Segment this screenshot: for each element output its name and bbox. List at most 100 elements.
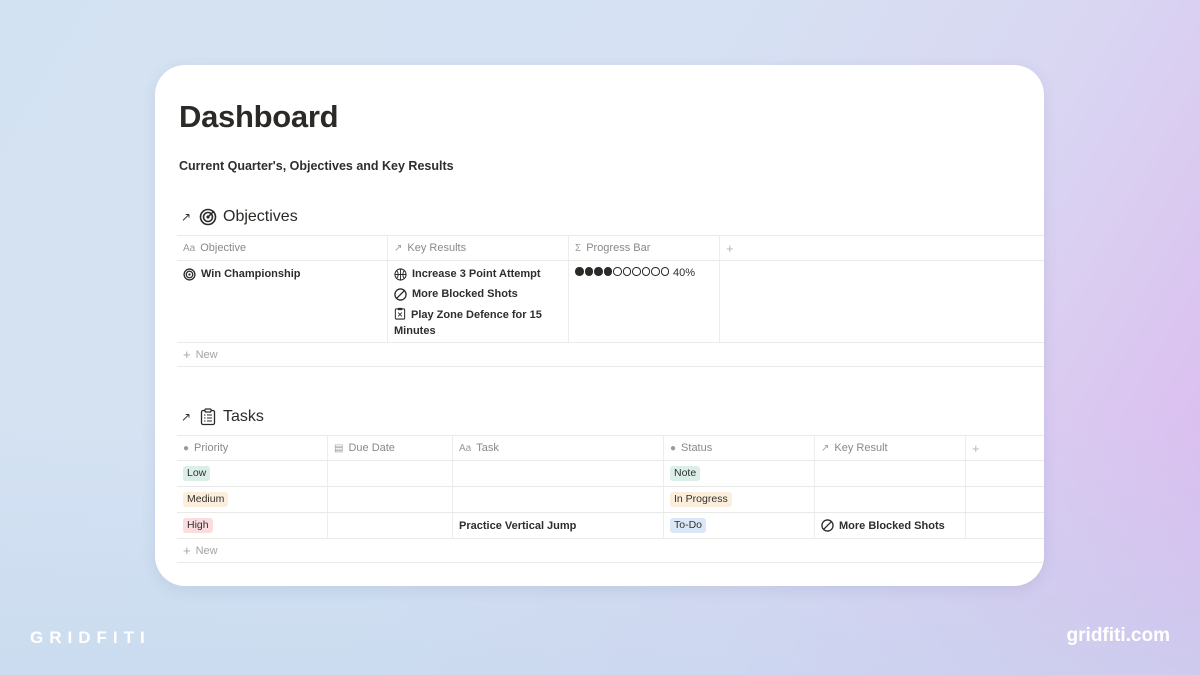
- key-result-link[interactable]: More Blocked Shots: [821, 519, 945, 533]
- empty-cell: [966, 461, 1044, 486]
- due-date-cell[interactable]: [328, 513, 453, 538]
- task-cell[interactable]: [453, 487, 664, 512]
- brand-logo: GRIDFITI: [30, 628, 151, 647]
- priority-tag: Low: [183, 466, 211, 481]
- empty-cell: [966, 513, 1044, 538]
- status-cell[interactable]: To-Do: [664, 513, 815, 538]
- objectives-table: Aa Objective ↗ Key Results Σ Progress Ba…: [177, 235, 1044, 367]
- key-results-cell[interactable]: Increase 3 Point Attempt More Blocked Sh…: [388, 261, 569, 342]
- status-tag: To-Do: [670, 518, 707, 533]
- key-result-label: Increase 3 Point Attempt: [412, 268, 541, 280]
- status-cell[interactable]: In Progress: [664, 487, 815, 512]
- page-title: Dashboard: [179, 99, 339, 134]
- status-tag: In Progress: [670, 492, 732, 507]
- column-header-objective[interactable]: Aa Objective: [177, 236, 388, 260]
- plus-icon: +: [972, 440, 980, 456]
- priority-cell[interactable]: Low: [177, 461, 328, 486]
- column-label: Due Date: [348, 442, 395, 454]
- column-header-priority[interactable]: ● Priority: [177, 436, 328, 460]
- task-cell[interactable]: Practice Vertical Jump: [453, 513, 664, 538]
- prohibited-icon: [821, 519, 834, 532]
- add-column-button[interactable]: +: [720, 236, 1044, 260]
- column-header-due-date[interactable]: ▤ Due Date: [328, 436, 453, 460]
- dashboard-card: Dashboard Current Quarter's, Objectives …: [155, 65, 1044, 586]
- priority-cell[interactable]: Medium: [177, 487, 328, 512]
- column-header-progress-bar[interactable]: Σ Progress Bar: [569, 236, 720, 260]
- key-result-link[interactable]: Increase 3 Point Attempt: [394, 267, 541, 281]
- key-result-link[interactable]: Play Zone Defence for 15 Minutes: [394, 307, 562, 339]
- column-header-key-result[interactable]: ↗ Key Result: [815, 436, 966, 460]
- due-date-cell[interactable]: [328, 461, 453, 486]
- key-result-cell[interactable]: [815, 461, 966, 486]
- empty-cell: [720, 261, 1044, 342]
- column-label: Key Results: [407, 242, 467, 254]
- basketball-icon: [394, 267, 407, 281]
- task-cell[interactable]: [453, 461, 664, 486]
- due-date-cell[interactable]: [328, 487, 453, 512]
- objectives-header-row: Aa Objective ↗ Key Results Σ Progress Ba…: [177, 236, 1044, 261]
- select-icon: ●: [183, 442, 190, 454]
- progress-dot-filled: [575, 267, 584, 276]
- key-result-label: Play Zone Defence for 15 Minutes: [394, 309, 542, 337]
- key-result-label: More Blocked Shots: [412, 288, 518, 300]
- select-icon: ●: [670, 442, 677, 454]
- task-name: Practice Vertical Jump: [459, 519, 577, 532]
- table-row[interactable]: Medium In Progress: [177, 487, 1044, 513]
- tasks-heading-label: Tasks: [223, 408, 264, 425]
- table-row[interactable]: Low Note: [177, 461, 1044, 487]
- column-label: Priority: [194, 442, 229, 454]
- page-subtitle: Current Quarter's, Objectives and Key Re…: [179, 159, 454, 173]
- new-row-button[interactable]: + New: [177, 343, 1044, 367]
- new-label: New: [195, 348, 218, 361]
- column-header-key-results[interactable]: ↗ Key Results: [388, 236, 569, 260]
- progress-dot-filled: [603, 267, 612, 276]
- status-cell[interactable]: Note: [664, 461, 815, 486]
- tasks-heading[interactable]: ↗ Tasks: [181, 408, 264, 426]
- column-label: Task: [476, 442, 499, 454]
- key-result-link[interactable]: More Blocked Shots: [394, 287, 518, 301]
- sigma-icon: Σ: [575, 242, 582, 254]
- prohibited-icon: [394, 287, 407, 301]
- progress-dot-empty: [622, 267, 631, 276]
- plus-icon: +: [726, 240, 734, 256]
- table-row[interactable]: High Practice Vertical Jump To-Do More B…: [177, 513, 1044, 539]
- objective-name: Win Championship: [201, 268, 301, 280]
- new-row-button[interactable]: + New: [177, 539, 1044, 563]
- add-column-button[interactable]: +: [966, 436, 1044, 460]
- key-result-cell[interactable]: [815, 487, 966, 512]
- column-header-task[interactable]: Aa Task: [453, 436, 664, 460]
- progress-dot-empty: [660, 267, 669, 276]
- priority-cell[interactable]: High: [177, 513, 328, 538]
- progress-percent: 40%: [673, 267, 696, 279]
- link-arrow-icon: ↗: [181, 210, 192, 224]
- progress-dot-empty: [613, 267, 622, 276]
- column-label: Progress Bar: [586, 242, 651, 254]
- progress-dot-filled: [594, 267, 603, 276]
- column-header-status[interactable]: ● Status: [664, 436, 815, 460]
- objective-cell[interactable]: Win Championship: [177, 261, 388, 342]
- status-tag: Note: [670, 466, 701, 481]
- priority-tag: Medium: [183, 492, 229, 507]
- empty-cell: [966, 487, 1044, 512]
- objectives-heading-label: Objectives: [223, 208, 298, 225]
- column-label: Status: [681, 442, 713, 454]
- table-row[interactable]: Win Championship Increase 3 Point Attemp…: [177, 261, 1044, 343]
- objectives-heading[interactable]: ↗ Objectives: [181, 208, 298, 226]
- clipboard-list-icon: [199, 408, 217, 426]
- progress-bar: [575, 267, 669, 276]
- key-result-cell[interactable]: More Blocked Shots: [815, 513, 966, 538]
- key-result-label: More Blocked Shots: [839, 519, 945, 532]
- plus-icon: +: [183, 543, 191, 558]
- text-icon: Aa: [459, 442, 472, 454]
- column-label: Key Result: [834, 442, 888, 454]
- progress-dot-empty: [651, 267, 660, 276]
- brand-url: gridfiti.com: [1066, 625, 1170, 646]
- clipboard-icon: [394, 307, 407, 320]
- link-arrow-icon: ↗: [181, 410, 192, 424]
- progress-cell: 40%: [569, 261, 720, 342]
- relation-arrow-icon: ↗: [821, 442, 830, 454]
- priority-tag: High: [183, 518, 213, 533]
- progress-dot-empty: [641, 267, 650, 276]
- target-icon: [199, 208, 217, 226]
- text-icon: Aa: [183, 242, 196, 254]
